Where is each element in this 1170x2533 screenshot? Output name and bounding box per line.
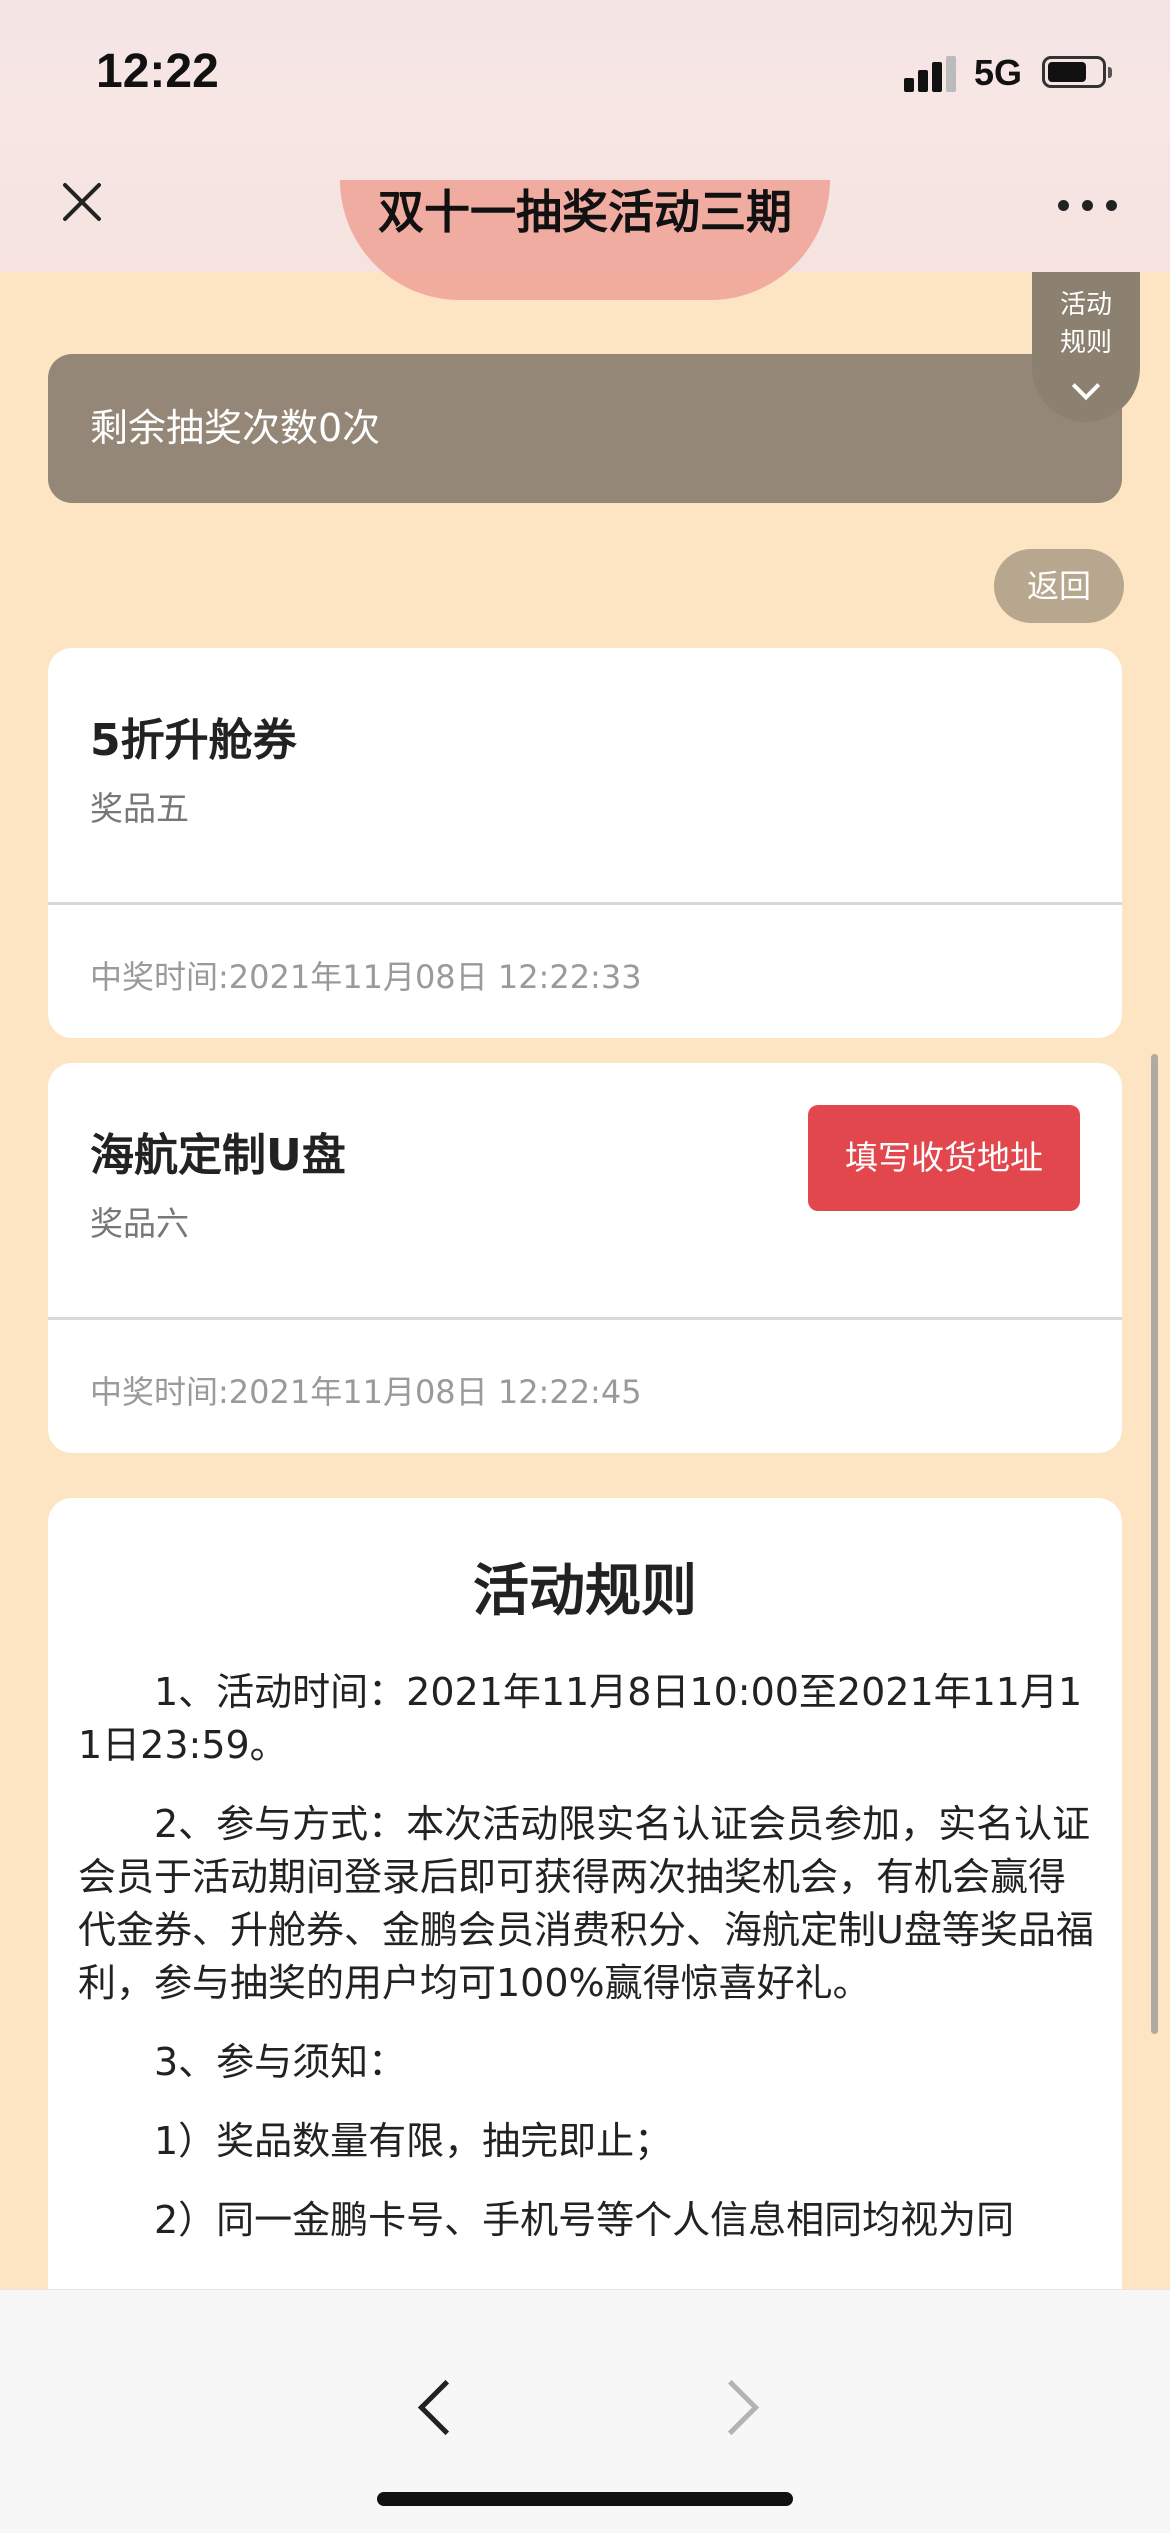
fill-address-button[interactable]: 填写收货地址 <box>808 1105 1080 1211</box>
header-bar: 12:22 5G 双十一抽奖活动三期 <box>0 0 1170 300</box>
rules-body: 1、活动时间：2021年11月8日10:00至2021年11月11日23:59。… <box>78 1666 1098 2273</box>
rules-paragraph: 2）同一金鹏卡号、手机号等个人信息相同均视为同 <box>154 2198 1015 2242</box>
rules-paragraph: 2、参与方式：本次活动限实名认证会员参加，实名认证会员于活动期间登录后即可获得两… <box>78 1802 1094 2005</box>
rules-tab[interactable]: 活动规则 <box>1032 272 1140 422</box>
home-indicator <box>377 2492 793 2506</box>
chevron-left-icon[interactable] <box>412 2372 456 2442</box>
rules-section: 活动规则 1、活动时间：2021年11月8日10:00至2021年11月11日2… <box>48 1498 1122 2398</box>
browser-toolbar <box>0 2289 1170 2533</box>
prize-name: 5折升舱券 <box>90 715 297 766</box>
chevron-down-icon <box>1071 371 1101 401</box>
status-time: 12:22 <box>96 45 219 98</box>
divider <box>48 1317 1122 1320</box>
network-type: 5G <box>974 52 1023 93</box>
back-button[interactable]: 返回 <box>994 549 1124 623</box>
prize-name: 海航定制U盘 <box>90 1130 346 1181</box>
prize-card: 海航定制U盘 奖品六 填写收货地址 中奖时间:2021年11月08日 12:22… <box>48 1063 1122 1453</box>
rules-paragraph: 1）奖品数量有限，抽完即止； <box>154 2119 673 2163</box>
remaining-draws-banner: 剩余抽奖次数0次 <box>48 354 1122 503</box>
rules-paragraph: 3、参与须知： <box>154 2040 407 2084</box>
prize-level: 奖品五 <box>90 789 189 828</box>
chevron-right-icon[interactable] <box>714 2372 758 2442</box>
scrollbar[interactable] <box>1151 1054 1158 2034</box>
divider <box>48 902 1122 905</box>
rules-title: 活动规则 <box>473 1559 697 1624</box>
win-time: 中奖时间:2021年11月08日 12:22:45 <box>90 1373 642 1411</box>
rules-paragraph: 1、活动时间：2021年11月8日10:00至2021年11月11日23:59。 <box>78 1670 1083 1767</box>
more-dots-icon[interactable] <box>1058 200 1118 216</box>
rules-tab-label: 活动规则 <box>1059 290 1112 358</box>
page-title: 双十一抽奖活动三期 <box>378 185 792 239</box>
prize-card: 5折升舱券 奖品五 中奖时间:2021年11月08日 12:22:33 <box>48 648 1122 1038</box>
cellular-signal-icon <box>904 56 958 92</box>
prize-level: 奖品六 <box>90 1204 189 1243</box>
win-time: 中奖时间:2021年11月08日 12:22:33 <box>90 958 642 996</box>
battery-icon <box>1042 56 1112 88</box>
